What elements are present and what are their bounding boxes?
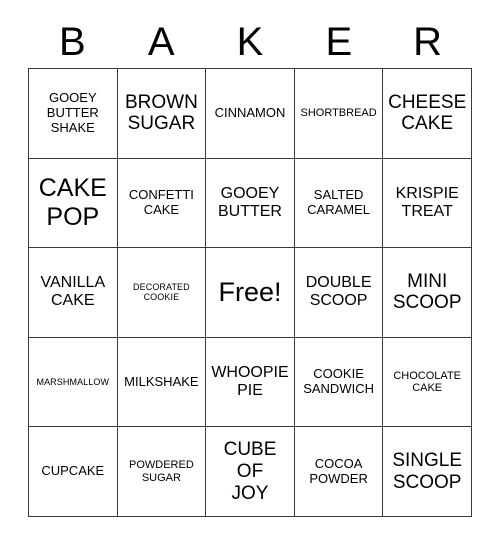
bingo-cell[interactable]: CHEESE CAKE [383,69,472,159]
bingo-cell-label: SALTED CARAMEL [307,187,371,217]
bingo-cell-label: GOOEY BUTTER [217,184,282,220]
bingo-cell[interactable]: WHOOPIE PIE [206,337,295,428]
bingo-cell[interactable]: CUBE OF JOY [206,427,295,517]
bingo-header-letter-r: R [413,20,443,64]
bingo-cell[interactable]: VANILLA CAKE [29,248,118,338]
bingo-grid: GOOEY BUTTER SHAKE BROWN SUGAR CINNAMON SHO… [28,68,472,517]
bingo-cell[interactable]: KRISPIE TREAT [383,158,472,249]
bingo-cell[interactable]: COOKIE SANDWICH [294,337,384,428]
bingo-cell[interactable]: POWDERED SUGAR [117,427,207,517]
bingo-cell-label: CUBE OF JOY [223,439,277,504]
bingo-cell[interactable]: COCOA POWDER [294,427,384,517]
bingo-cell-label: DECORATED COOKIE [133,282,190,303]
bingo-cell[interactable]: MINI SCOOP [383,248,472,338]
bingo-cell-label: CINNAMON [214,104,286,120]
bingo-cell-label: GOOEY BUTTER SHAKE [46,90,99,135]
bingo-cell-label: COOKIE SANDWICH [303,366,374,397]
bingo-cell[interactable]: GOOEY BUTTER [206,158,295,249]
bingo-cell[interactable]: CAKE POP [29,158,118,249]
bingo-cell[interactable]: CUPCAKE [29,427,118,517]
bingo-cell[interactable]: SALTED CARAMEL [294,158,384,249]
bingo-cell-label: DOUBLE SCOOP [305,274,372,310]
bingo-cell[interactable]: DOUBLE SCOOP [294,248,384,338]
bingo-cell-label: MARSHMALLOW [36,376,110,387]
bingo-cell-label: CHOCOLATE CAKE [393,369,461,395]
bingo-cell-label: POWDERED SUGAR [129,459,194,484]
bingo-cell[interactable]: DECORATED COOKIE [117,248,207,338]
bingo-header-letter-k: K [236,20,264,64]
bingo-cell[interactable]: CHOCOLATE CAKE [383,337,472,428]
bingo-cell-label: CONFETTI CAKE [128,187,194,217]
bingo-cell-label: MILKSHAKE [124,373,199,389]
bingo-header-letter-a: A [147,20,175,64]
bingo-header-letter-e: E [325,20,353,64]
bingo-cell-label: SHORTBREAD [300,107,377,120]
bingo-cell[interactable]: GOOEY BUTTER SHAKE [29,69,118,159]
bingo-cell-label: Free! [218,277,282,308]
bingo-cell[interactable]: CONFETTI CAKE [117,158,207,249]
bingo-cell[interactable]: SINGLE SCOOP [383,427,472,517]
bingo-cell-label: CAKE POP [38,174,107,231]
bingo-cell[interactable]: SHORTBREAD [294,69,384,159]
bingo-header-letter-b: B [59,20,86,64]
bingo-free-space[interactable]: Free! [206,248,295,338]
bingo-cell[interactable]: MARSHMALLOW [29,337,118,428]
bingo-cell-label: VANILLA CAKE [40,274,106,310]
bingo-cell[interactable]: BROWN SUGAR [117,69,207,159]
bingo-cell-label: SINGLE SCOOP [392,450,463,493]
bingo-header-row: BAKER [28,16,472,68]
bingo-card: B A K E R GOOEY BUTTER SHAKE BROWN SUGAR CINNA… [0,0,500,544]
bingo-cell-label: CUPCAKE [41,463,105,479]
bingo-cell-label: BROWN SUGAR [124,91,198,135]
bingo-cell[interactable]: MILKSHAKE [117,337,207,428]
bingo-cell[interactable]: CINNAMON [206,69,295,159]
bingo-cell-label: COCOA POWDER [309,455,368,486]
bingo-cell-label: CHEESE CAKE [388,91,467,135]
bingo-cell-label: KRISPIE TREAT [395,184,459,220]
bingo-cell-label: MINI SCOOP [392,270,462,314]
bingo-cell-label: WHOOPIE PIE [211,363,289,400]
